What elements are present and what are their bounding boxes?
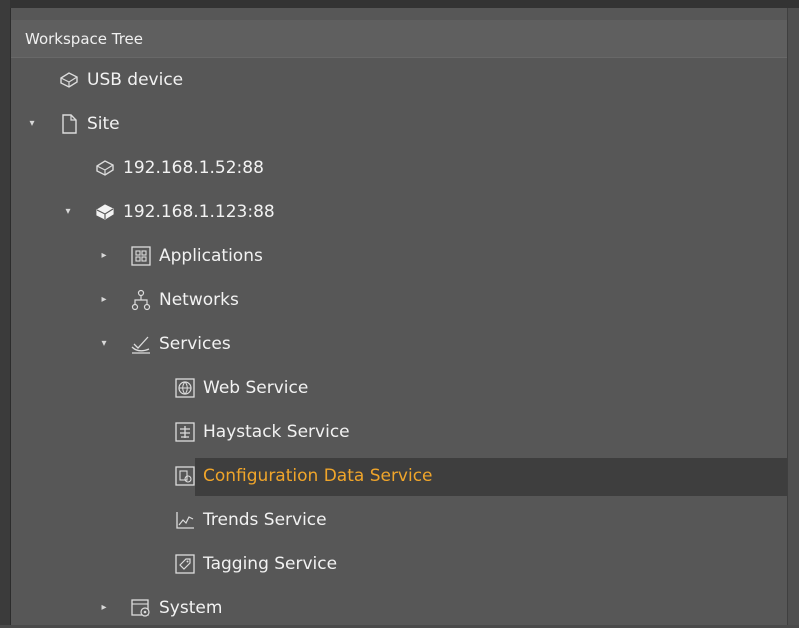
web-service-icon xyxy=(173,376,197,400)
tree-item-device-52[interactable]: 192.168.1.52:88 xyxy=(11,148,787,188)
site-document-icon xyxy=(57,112,81,136)
tree-item-label: Configuration Data Service xyxy=(203,466,433,486)
device-icon xyxy=(57,68,81,92)
collapsed-arrow-icon[interactable]: ▸ xyxy=(99,250,109,262)
device-icon xyxy=(93,156,117,180)
tree-item-label: Tagging Service xyxy=(203,554,338,574)
tree-item-label: Haystack Service xyxy=(203,422,350,442)
tree-item-web-service[interactable]: Web Service xyxy=(11,368,787,408)
top-window-strip xyxy=(10,0,799,8)
tree-item-label: Services xyxy=(159,334,231,354)
tree-item-label: Trends Service xyxy=(203,510,327,530)
tree-item-configuration-data-service[interactable]: Configuration Data Service xyxy=(11,456,787,496)
tree-item-site[interactable]: ▾ Site xyxy=(11,104,787,144)
applications-icon xyxy=(129,244,153,268)
tree-item-usb-device[interactable]: USB device xyxy=(11,60,787,100)
tree-item-label: Networks xyxy=(159,290,239,310)
haystack-service-icon xyxy=(173,420,197,444)
collapsed-arrow-icon[interactable]: ▸ xyxy=(99,294,109,306)
tree-item-device-123[interactable]: ▾ 192.168.1.123:88 xyxy=(11,192,787,232)
tagging-service-icon xyxy=(173,552,197,576)
panel-right-edge[interactable] xyxy=(787,8,799,625)
expand-arrow-icon[interactable]: ▾ xyxy=(27,118,37,130)
tree-item-label: USB device xyxy=(87,70,184,90)
device-filled-icon xyxy=(93,200,117,224)
tree-item-label: Site xyxy=(87,114,120,134)
expand-arrow-icon[interactable]: ▾ xyxy=(99,338,109,350)
tree-item-haystack-service[interactable]: Haystack Service xyxy=(11,412,787,452)
networks-icon xyxy=(129,288,153,312)
left-frame-border xyxy=(0,0,11,625)
tree-item-networks[interactable]: ▸ Networks xyxy=(11,280,787,320)
tree-item-trends-service[interactable]: Trends Service xyxy=(11,500,787,540)
collapsed-arrow-icon[interactable]: ▸ xyxy=(99,602,109,614)
panel-title: Workspace Tree xyxy=(25,30,144,48)
tree-item-label: 192.168.1.123:88 xyxy=(123,202,275,222)
tree-item-label: Web Service xyxy=(203,378,309,398)
tree-item-label: System xyxy=(159,598,223,618)
expand-arrow-icon[interactable]: ▾ xyxy=(63,206,73,218)
tree-item-label: Applications xyxy=(159,246,263,266)
configuration-data-service-icon xyxy=(173,464,197,488)
tree-item-label: 192.168.1.52:88 xyxy=(123,158,264,178)
tree-item-tagging-service[interactable]: Tagging Service xyxy=(11,544,787,584)
tree-item-system[interactable]: ▸ System xyxy=(11,588,787,628)
tree-item-applications[interactable]: ▸ Applications xyxy=(11,236,787,276)
trends-service-icon xyxy=(173,508,197,532)
panel-header: Workspace Tree xyxy=(11,20,787,58)
system-icon xyxy=(129,596,153,620)
tree-item-services[interactable]: ▾ Services xyxy=(11,324,787,364)
services-icon xyxy=(129,332,153,356)
